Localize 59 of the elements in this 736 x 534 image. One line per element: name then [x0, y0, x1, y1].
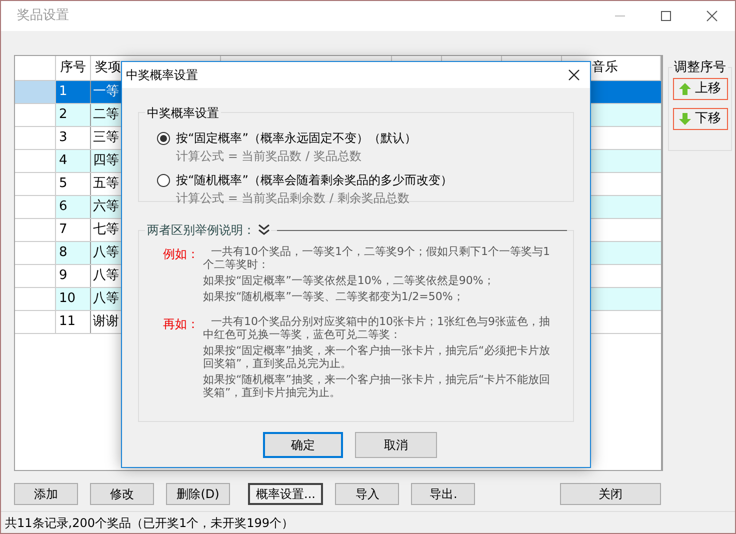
table-cell-text: 3 [59, 129, 68, 148]
table-cell-text: 谢谢 [93, 313, 119, 332]
table-cell-text: 2 [59, 106, 68, 124]
table-cell-text: 6 [59, 198, 68, 216]
radio-label[interactable]: 按“固定概率”（概率永远固定不变）（默认） [176, 129, 416, 147]
table-cell-text: 二等 [93, 106, 119, 124]
example-text: 如果按“随机概率”一等奖、二等奖都变为1/2=50%； [203, 290, 465, 303]
table-cell-text: 八等 [93, 290, 119, 308]
dialog-title: 中奖概率设置 [126, 67, 198, 84]
table-cell-text: 10 [59, 290, 76, 308]
table-cell-text: 七等 [93, 221, 119, 240]
radio-label[interactable]: 按“随机概率”（概率会随着剩余奖品的多少而改变） [176, 171, 452, 189]
table-cell-text: 11 [59, 313, 76, 332]
table-cell-text: 1 [59, 83, 68, 102]
table-cell-text: 八等 [93, 244, 119, 262]
table-cell-text: 一等 [93, 83, 119, 102]
table-cell-text: 八等 [93, 267, 119, 286]
column-header[interactable]: 序号 [60, 58, 86, 78]
toolbar-button[interactable]: 删除(D) [166, 483, 230, 505]
table-cell-text: 五等 [93, 175, 119, 194]
formula-text: 计算公式 = 当前奖品数 / 奖品总数 [176, 148, 362, 165]
toolbar-button[interactable]: 导出. [411, 483, 476, 505]
group-title: 中奖概率设置 [145, 104, 221, 122]
example-text: 如果按“固定概率”一等奖依然是10%，二等奖依然是90%； [203, 274, 496, 287]
example-label: 再如： [163, 316, 200, 333]
formula-text: 计算公式 = 当前奖品剩余数 / 剩余奖品总数 [176, 190, 410, 207]
example-text: 一共有10个奖品，一等奖1个，二等奖9个；假如只剩下1个一等奖与1个二等奖时： [203, 245, 551, 271]
example-label: 例如： [163, 246, 200, 263]
window-title: 奖品设置 [17, 7, 69, 26]
ok-button[interactable]: 确定 [263, 432, 343, 458]
table-cell-text: 六等 [93, 198, 119, 216]
toolbar-button[interactable]: 添加 [14, 483, 78, 505]
section-title: 两者区别举例说明： [145, 221, 257, 239]
double-chevron-icon[interactable] [257, 224, 271, 236]
example-text: 如果按“随机概率”抽奖，来一个客户抽一张卡片，抽完后“卡片不能放回奖箱”，直到卡片抽完为止。 [203, 373, 552, 399]
toolbar-button[interactable]: 修改 [90, 483, 154, 505]
close-icon[interactable] [568, 69, 580, 81]
table-cell-text: 7 [59, 221, 68, 240]
column-header[interactable]: 音乐 [592, 58, 618, 78]
example-text: 如果按“固定概率”抽奖，来一个客户抽一张卡片，抽完后“必须把卡片放回奖箱”，直到奖品兑完为止。 [203, 344, 552, 370]
radio-button[interactable] [157, 132, 170, 144]
close-button[interactable]: 关闭 [560, 483, 661, 505]
column-header[interactable]: 奖项 [95, 58, 121, 78]
table-cell-text: 三等 [93, 129, 119, 148]
down-arrow-icon [679, 113, 691, 125]
example-text: 一共有10个奖品分别对应奖箱中的10张卡片；1张红色与9张蓝色，抽中红色可兑换一等奖，蓝色可兑二等奖： [203, 315, 551, 341]
table-cell-text: 4 [59, 152, 68, 170]
status-text: 共11条记录,200个奖品（已开奖1个，未开奖199个） [5, 514, 294, 532]
radio-button[interactable] [157, 174, 170, 186]
move-button[interactable]: 下移 [672, 108, 728, 130]
toolbar-button[interactable]: 导入 [335, 483, 400, 505]
table-cell-text: 8 [59, 244, 68, 262]
up-arrow-icon [679, 83, 691, 95]
move-button[interactable]: 上移 [672, 78, 728, 100]
table-cell-text: 9 [59, 267, 68, 286]
table-cell-text: 5 [59, 175, 68, 194]
toolbar-button[interactable]: 概率设置... [248, 483, 324, 505]
cancel-button[interactable]: 取消 [355, 432, 437, 458]
table-cell-text: 四等 [93, 152, 119, 170]
